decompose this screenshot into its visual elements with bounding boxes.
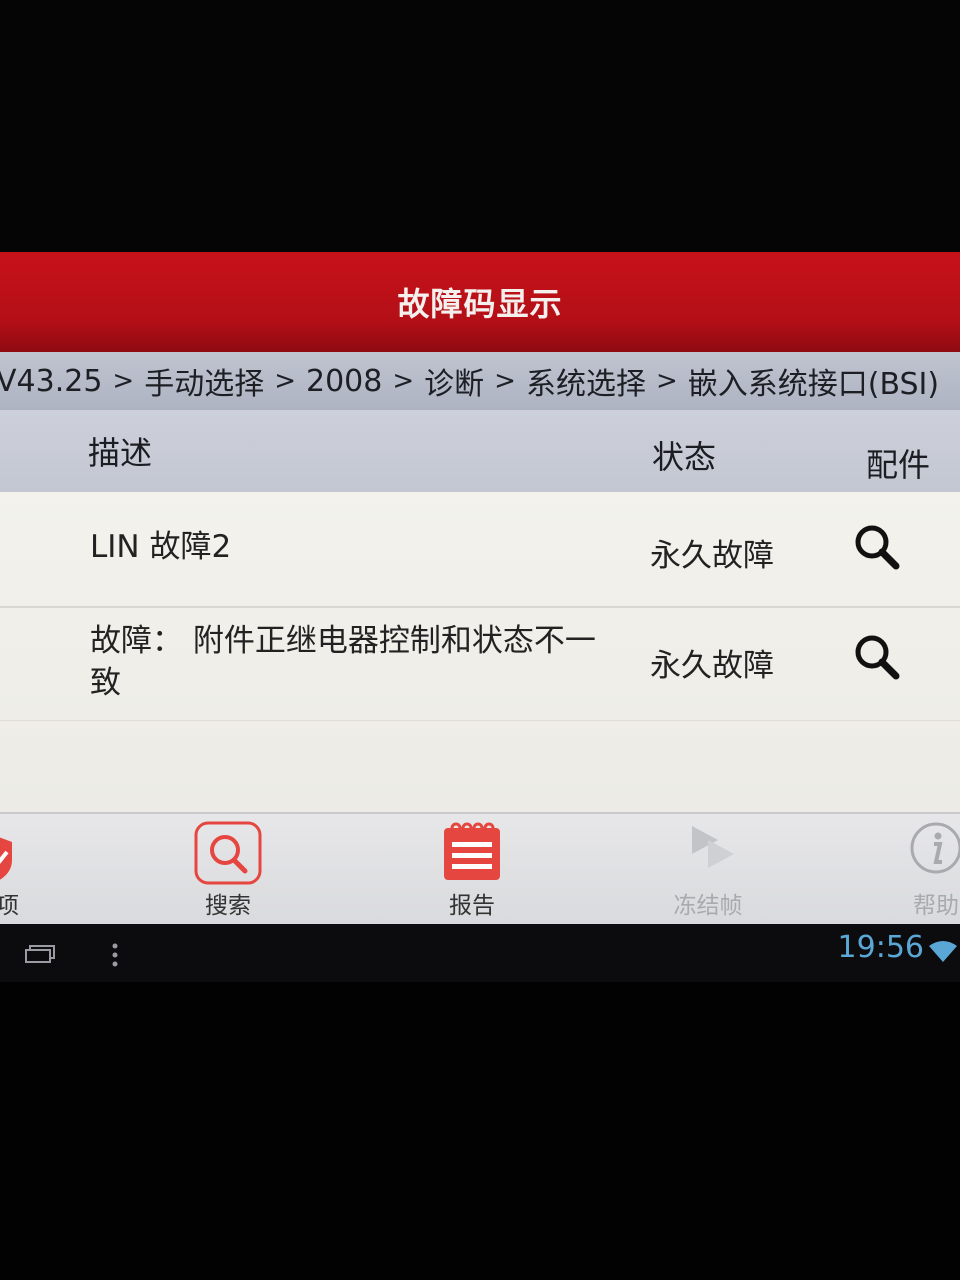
help-button[interactable]: 帮助 xyxy=(896,814,960,926)
table-header: 描述 状态 配件 xyxy=(0,410,960,492)
breadcrumb-item-diagnosis[interactable]: 诊断 xyxy=(424,359,484,403)
column-header-part: 配件 xyxy=(866,446,931,484)
toolbar-item-label: 报告 xyxy=(449,893,495,919)
search-icon[interactable] xyxy=(852,632,902,682)
breadcrumb-separator: > xyxy=(112,366,135,396)
fault-description: LIN 故障2 xyxy=(90,529,232,565)
breadcrumb-separator: > xyxy=(274,366,296,396)
search-button[interactable]: 搜索 xyxy=(180,814,276,926)
status-clock: 19:56 xyxy=(837,930,924,965)
device-bezel-top xyxy=(0,0,960,252)
table-row[interactable]: LIN 故障2 永久故障 xyxy=(0,492,960,608)
search-icon[interactable] xyxy=(852,522,902,572)
device-bezel-bottom xyxy=(0,982,960,1280)
fault-status: 永久故障 xyxy=(650,648,774,684)
toolbar-item-label: 冻结帧 xyxy=(673,893,743,919)
tablet-screen: 故障码显示 V43.25 > 手动选择 > 2008 > 诊断 > 系统选择 >… xyxy=(0,252,960,982)
breadcrumb-item-version[interactable]: V43.25 xyxy=(0,364,102,399)
recent-apps-icon[interactable] xyxy=(24,944,58,968)
breadcrumb-item-system-select[interactable]: 系统选择 xyxy=(526,359,646,403)
page-title: 故障码显示 xyxy=(397,285,563,323)
column-header-status: 状态 xyxy=(652,438,717,476)
breadcrumb-separator: > xyxy=(392,366,415,396)
title-bar: 故障码显示 xyxy=(0,252,960,352)
check-badge-icon xyxy=(0,834,18,888)
freeze-frame-icon xyxy=(678,820,738,880)
report-icon xyxy=(442,820,502,886)
info-icon xyxy=(908,820,960,880)
freeze-frame-button[interactable]: 冻结帧 xyxy=(660,814,756,926)
toolbar-item-partial[interactable]: 项 xyxy=(0,814,20,926)
breadcrumb-separator: > xyxy=(494,366,516,396)
breadcrumb-item-year[interactable]: 2008 xyxy=(306,364,382,399)
toolbar-item-label: 项 xyxy=(0,893,19,919)
column-header-description: 描述 xyxy=(88,434,153,472)
breadcrumb-separator: > xyxy=(655,366,678,396)
android-system-bar: 19:56 xyxy=(0,924,960,982)
wifi-icon xyxy=(928,938,958,968)
fault-status: 永久故障 xyxy=(650,538,774,574)
overflow-menu-icon[interactable] xyxy=(110,942,120,972)
table-row[interactable]: 故障： 附件正继电器控制和状态不一致 永久故障 xyxy=(0,608,960,721)
fault-description: 故障： 附件正继电器控制和状态不一致 xyxy=(90,623,596,701)
report-button[interactable]: 报告 xyxy=(422,814,522,926)
breadcrumb-item-bsi: 嵌入系统接口(BSI) xyxy=(687,367,940,402)
search-icon xyxy=(193,820,263,890)
fault-code-table: LIN 故障2 永久故障 故障： 附件正继电器控制和状态不一致 永久故障 xyxy=(0,492,960,812)
toolbar-item-label: 帮助 xyxy=(913,893,959,919)
breadcrumb-item-manual-select[interactable]: 手动选择 xyxy=(144,359,264,403)
toolbar-item-label: 搜索 xyxy=(205,893,251,919)
bottom-toolbar: 项 搜索 报告 冻结帧 帮助 xyxy=(0,812,960,926)
breadcrumb: V43.25 > 手动选择 > 2008 > 诊断 > 系统选择 > 嵌入系统接… xyxy=(0,352,960,410)
